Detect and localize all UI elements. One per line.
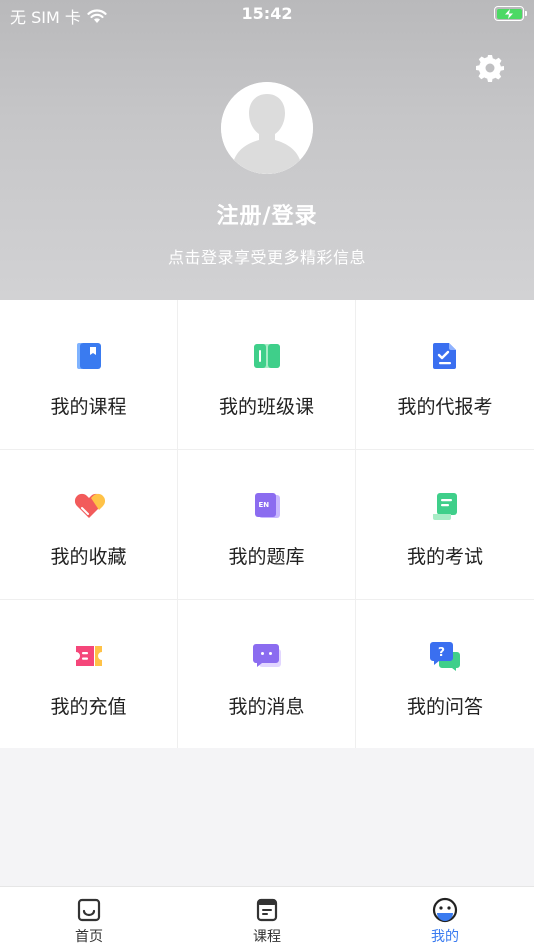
menu-item-my-courses[interactable]: 我的课程 — [0, 300, 178, 450]
menu-item-label: 我的代报考 — [397, 396, 493, 418]
avatar[interactable] — [221, 82, 313, 174]
course-tab-icon — [256, 898, 278, 922]
menu-item-my-qa[interactable]: ? 我的问答 — [356, 600, 534, 748]
tab-bar: 首页 课程 我的 — [0, 886, 534, 950]
exam-registration-icon — [433, 343, 456, 369]
status-time: 15:42 — [241, 4, 293, 23]
home-icon — [77, 898, 101, 922]
menu-item-label: 我的消息 — [228, 696, 305, 718]
menu-item-label: 我的课程 — [50, 396, 127, 418]
menu-item-my-favorites[interactable]: 我的收藏 — [0, 450, 178, 600]
svg-text:EN: EN — [258, 501, 269, 509]
tab-courses-label: 课程 — [253, 929, 281, 945]
course-book-icon — [76, 343, 101, 369]
menu-item-label: 我的收藏 — [50, 546, 127, 568]
recharge-ticket-icon — [75, 646, 102, 666]
battery-icon — [494, 6, 527, 21]
menu-item-label: 我的问答 — [406, 696, 483, 718]
default-avatar-icon — [221, 82, 313, 174]
profile-face-icon — [432, 897, 458, 923]
settings-gear-icon[interactable] — [474, 52, 506, 84]
menu-item-label: 我的班级课 — [218, 396, 314, 418]
status-bar: 无 SIM 卡 15:42 — [0, 0, 534, 28]
tab-courses[interactable]: 课程 — [178, 887, 356, 950]
favorite-heart-icon — [74, 493, 105, 518]
login-title[interactable]: 注册/登录 — [0, 198, 534, 230]
tab-mine-label: 我的 — [431, 929, 459, 945]
tab-home-label: 首页 — [75, 929, 103, 945]
menu-item-label: 我的考试 — [406, 546, 483, 568]
question-bank-icon: EN — [254, 493, 280, 518]
login-subtitle: 点击登录享受更多精彩信息 — [167, 248, 366, 267]
profile-header: 无 SIM 卡 15:42 注册/登录 点击登录享受更多精彩信息 — [0, 0, 534, 300]
menu-item-my-class-courses[interactable]: 我的班级课 — [178, 300, 356, 450]
exam-scroll-icon — [433, 493, 457, 520]
menu-item-label: 我的题库 — [228, 546, 305, 568]
qa-bubble-icon: ? — [430, 642, 460, 671]
class-book-icon — [253, 344, 280, 368]
menu-item-my-messages[interactable]: 我的消息 — [178, 600, 356, 748]
menu-item-label: 我的充值 — [50, 696, 127, 718]
svg-text:?: ? — [438, 645, 445, 659]
menu-item-my-recharge[interactable]: 我的充值 — [0, 600, 178, 748]
tab-home[interactable]: 首页 — [0, 887, 178, 950]
menu-item-my-exams[interactable]: 我的考试 — [356, 450, 534, 600]
menu-item-my-question-bank[interactable]: EN 我的题库 — [178, 450, 356, 600]
menu-grid: 我的课程 我的班级课 我的代报考 我的收藏 EN 我的题库 我的考试 我的充值 … — [0, 300, 534, 748]
tab-mine[interactable]: 我的 — [356, 887, 534, 950]
message-bubble-icon — [252, 644, 281, 667]
menu-item-my-exam-registration[interactable]: 我的代报考 — [356, 300, 534, 450]
